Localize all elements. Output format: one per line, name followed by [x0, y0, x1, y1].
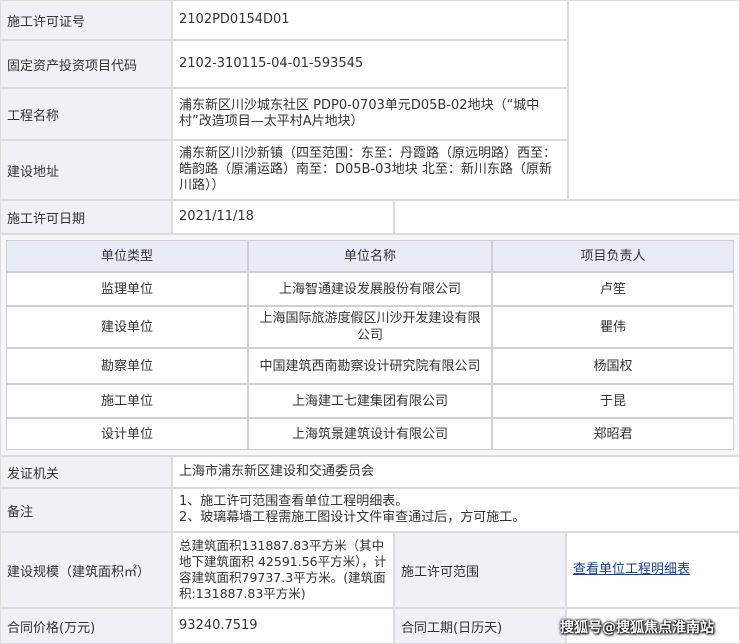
table-row-leader: 郑昭君: [492, 418, 734, 450]
project-code-label-text: 固定资产投资项目代码: [7, 58, 138, 74]
unit-name-text: 上海建工七建集团有限公司: [291, 393, 448, 409]
table-row-leader: 于昆: [492, 384, 734, 418]
project-code-text: 2102-310115-04-01-593545: [179, 56, 364, 71]
unit-name-text: 中国建筑西南勘察设计研究院有限公司: [259, 358, 481, 374]
permit-number-value: 2102PD0154D01: [172, 0, 568, 40]
unit-name-text: 上海智通建设发展股份有限公司: [278, 281, 461, 297]
permit-date-value: 2021/11/18: [172, 200, 394, 234]
project-code-label: 固定资产投资项目代码: [0, 40, 172, 88]
scale-label: 建设规模（建筑面积㎡）: [0, 532, 172, 608]
remarks-label-text: 备注: [7, 504, 34, 520]
table-row-type: 设计单位: [6, 418, 248, 450]
photo-placeholder: [568, 0, 740, 200]
units-header-leader: 项目负责人: [492, 240, 734, 272]
project-name-label: 工程名称: [0, 88, 172, 140]
price-label-text: 合同价格(万元): [7, 620, 96, 636]
units-header-leader-text: 项目负责人: [580, 248, 646, 264]
scope-label: 施工许可范围: [394, 532, 566, 608]
period-label-text: 合同工期(日历天): [401, 620, 503, 636]
units-header-type: 单位类型: [6, 240, 248, 272]
unit-leader-text: 郑昭君: [593, 426, 633, 442]
unit-name-text: 上海筑景建筑设计有限公司: [291, 426, 448, 442]
price-text: 93240.7519: [179, 618, 258, 633]
table-row-type: 勘察单位: [6, 348, 248, 384]
project-code-value: 2102-310115-04-01-593545: [172, 40, 568, 88]
units-header-name-text: 单位名称: [343, 248, 396, 264]
table-row-type: 建设单位: [6, 306, 248, 348]
price-value: 93240.7519: [172, 608, 394, 644]
scope-label-text: 施工许可范围: [401, 564, 480, 580]
table-row-name: 中国建筑西南勘察设计研究院有限公司: [248, 348, 492, 384]
address-label-text: 建设地址: [7, 164, 60, 180]
scope-detail-link[interactable]: 查看单位工程明细表: [573, 562, 690, 578]
unit-leader-text: 卢笙: [599, 281, 626, 297]
table-row-name: 上海建工七建集团有限公司: [248, 384, 492, 418]
units-header-name: 单位名称: [248, 240, 492, 272]
remarks-line-1: 1、施工许可范围查看单位工程明细表。: [179, 494, 409, 509]
issuer-text: 上海市浦东新区建设和交通委员会: [179, 464, 375, 479]
unit-name-text: 上海国际旅游度假区川沙开发建设有限公司: [259, 311, 481, 343]
scale-text: 总建筑面积131887.83平方米（其中地下建筑面积 42591.56平方米），…: [179, 538, 387, 601]
address-label: 建设地址: [0, 140, 172, 200]
table-row-name: 上海智通建设发展股份有限公司: [248, 272, 492, 306]
permit-date-label: 施工许可日期: [0, 200, 172, 234]
unit-type-text: 施工单位: [100, 393, 153, 409]
permit-number-label: 施工许可证号: [0, 0, 172, 40]
period-label: 合同工期(日历天): [394, 608, 566, 644]
project-name-value: 浦东新区川沙城东社区 PDP0-0703单元D05B-02地块（“城中村”改造项…: [172, 88, 568, 140]
permit-date-text: 2021/11/18: [179, 209, 254, 224]
unit-leader-text: 瞿伟: [599, 319, 626, 335]
unit-leader-text: 杨国权: [593, 358, 633, 374]
issuer-value: 上海市浦东新区建设和交通委员会: [172, 456, 740, 488]
watermark: 搜狐号@搜狐焦点淮南站: [560, 612, 738, 642]
table-row-name: 上海筑景建筑设计有限公司: [248, 418, 492, 450]
table-row-leader: 卢笙: [492, 272, 734, 306]
permit-date-label-text: 施工许可日期: [7, 211, 86, 227]
unit-leader-text: 于昆: [599, 393, 626, 409]
permit-number-text: 2102PD0154D01: [179, 12, 290, 27]
remarks-value: 1、施工许可范围查看单位工程明细表。 2、玻璃幕墙工程需施工图设计文件审查通过后…: [172, 488, 740, 532]
scale-value: 总建筑面积131887.83平方米（其中地下建筑面积 42591.56平方米），…: [172, 532, 394, 608]
address-value: 浦东新区川沙新镇（四至范围：东至：丹霞路（原远明路）西至：皓韵路（原浦运路）南至…: [172, 140, 568, 200]
unit-type-text: 建设单位: [100, 319, 153, 335]
table-row-leader: 瞿伟: [492, 306, 734, 348]
table-row-leader: 杨国权: [492, 348, 734, 384]
issuer-label-text: 发证机关: [7, 466, 60, 482]
project-name-text: 浦东新区川沙城东社区 PDP0-0703单元D05B-02地块（“城中村”改造项…: [179, 98, 540, 129]
issuer-label: 发证机关: [0, 456, 172, 488]
address-text: 浦东新区川沙新镇（四至范围：东至：丹霞路（原远明路）西至：皓韵路（原浦运路）南至…: [179, 146, 557, 193]
scale-label-text: 建设规模（建筑面积㎡）: [7, 564, 151, 580]
permit-number-label-text: 施工许可证号: [7, 14, 86, 30]
table-row-type: 监理单位: [6, 272, 248, 306]
scope-value: 查看单位工程明细表: [566, 532, 740, 608]
project-name-label-text: 工程名称: [7, 108, 60, 124]
unit-type-text: 设计单位: [100, 426, 153, 442]
price-label: 合同价格(万元): [0, 608, 172, 644]
table-row-type: 施工单位: [6, 384, 248, 418]
unit-type-text: 监理单位: [100, 281, 153, 297]
watermark-text: 搜狐号@搜狐焦点淮南站: [560, 620, 714, 636]
remarks-label: 备注: [0, 488, 172, 532]
permit-date-empty: [394, 200, 740, 234]
units-header-type-text: 单位类型: [100, 248, 153, 264]
table-row-name: 上海国际旅游度假区川沙开发建设有限公司: [248, 306, 492, 348]
unit-type-text: 勘察单位: [100, 358, 153, 374]
remarks-line-2: 2、玻璃幕墙工程需施工图设计文件审查通过后，方可施工。: [179, 510, 526, 525]
